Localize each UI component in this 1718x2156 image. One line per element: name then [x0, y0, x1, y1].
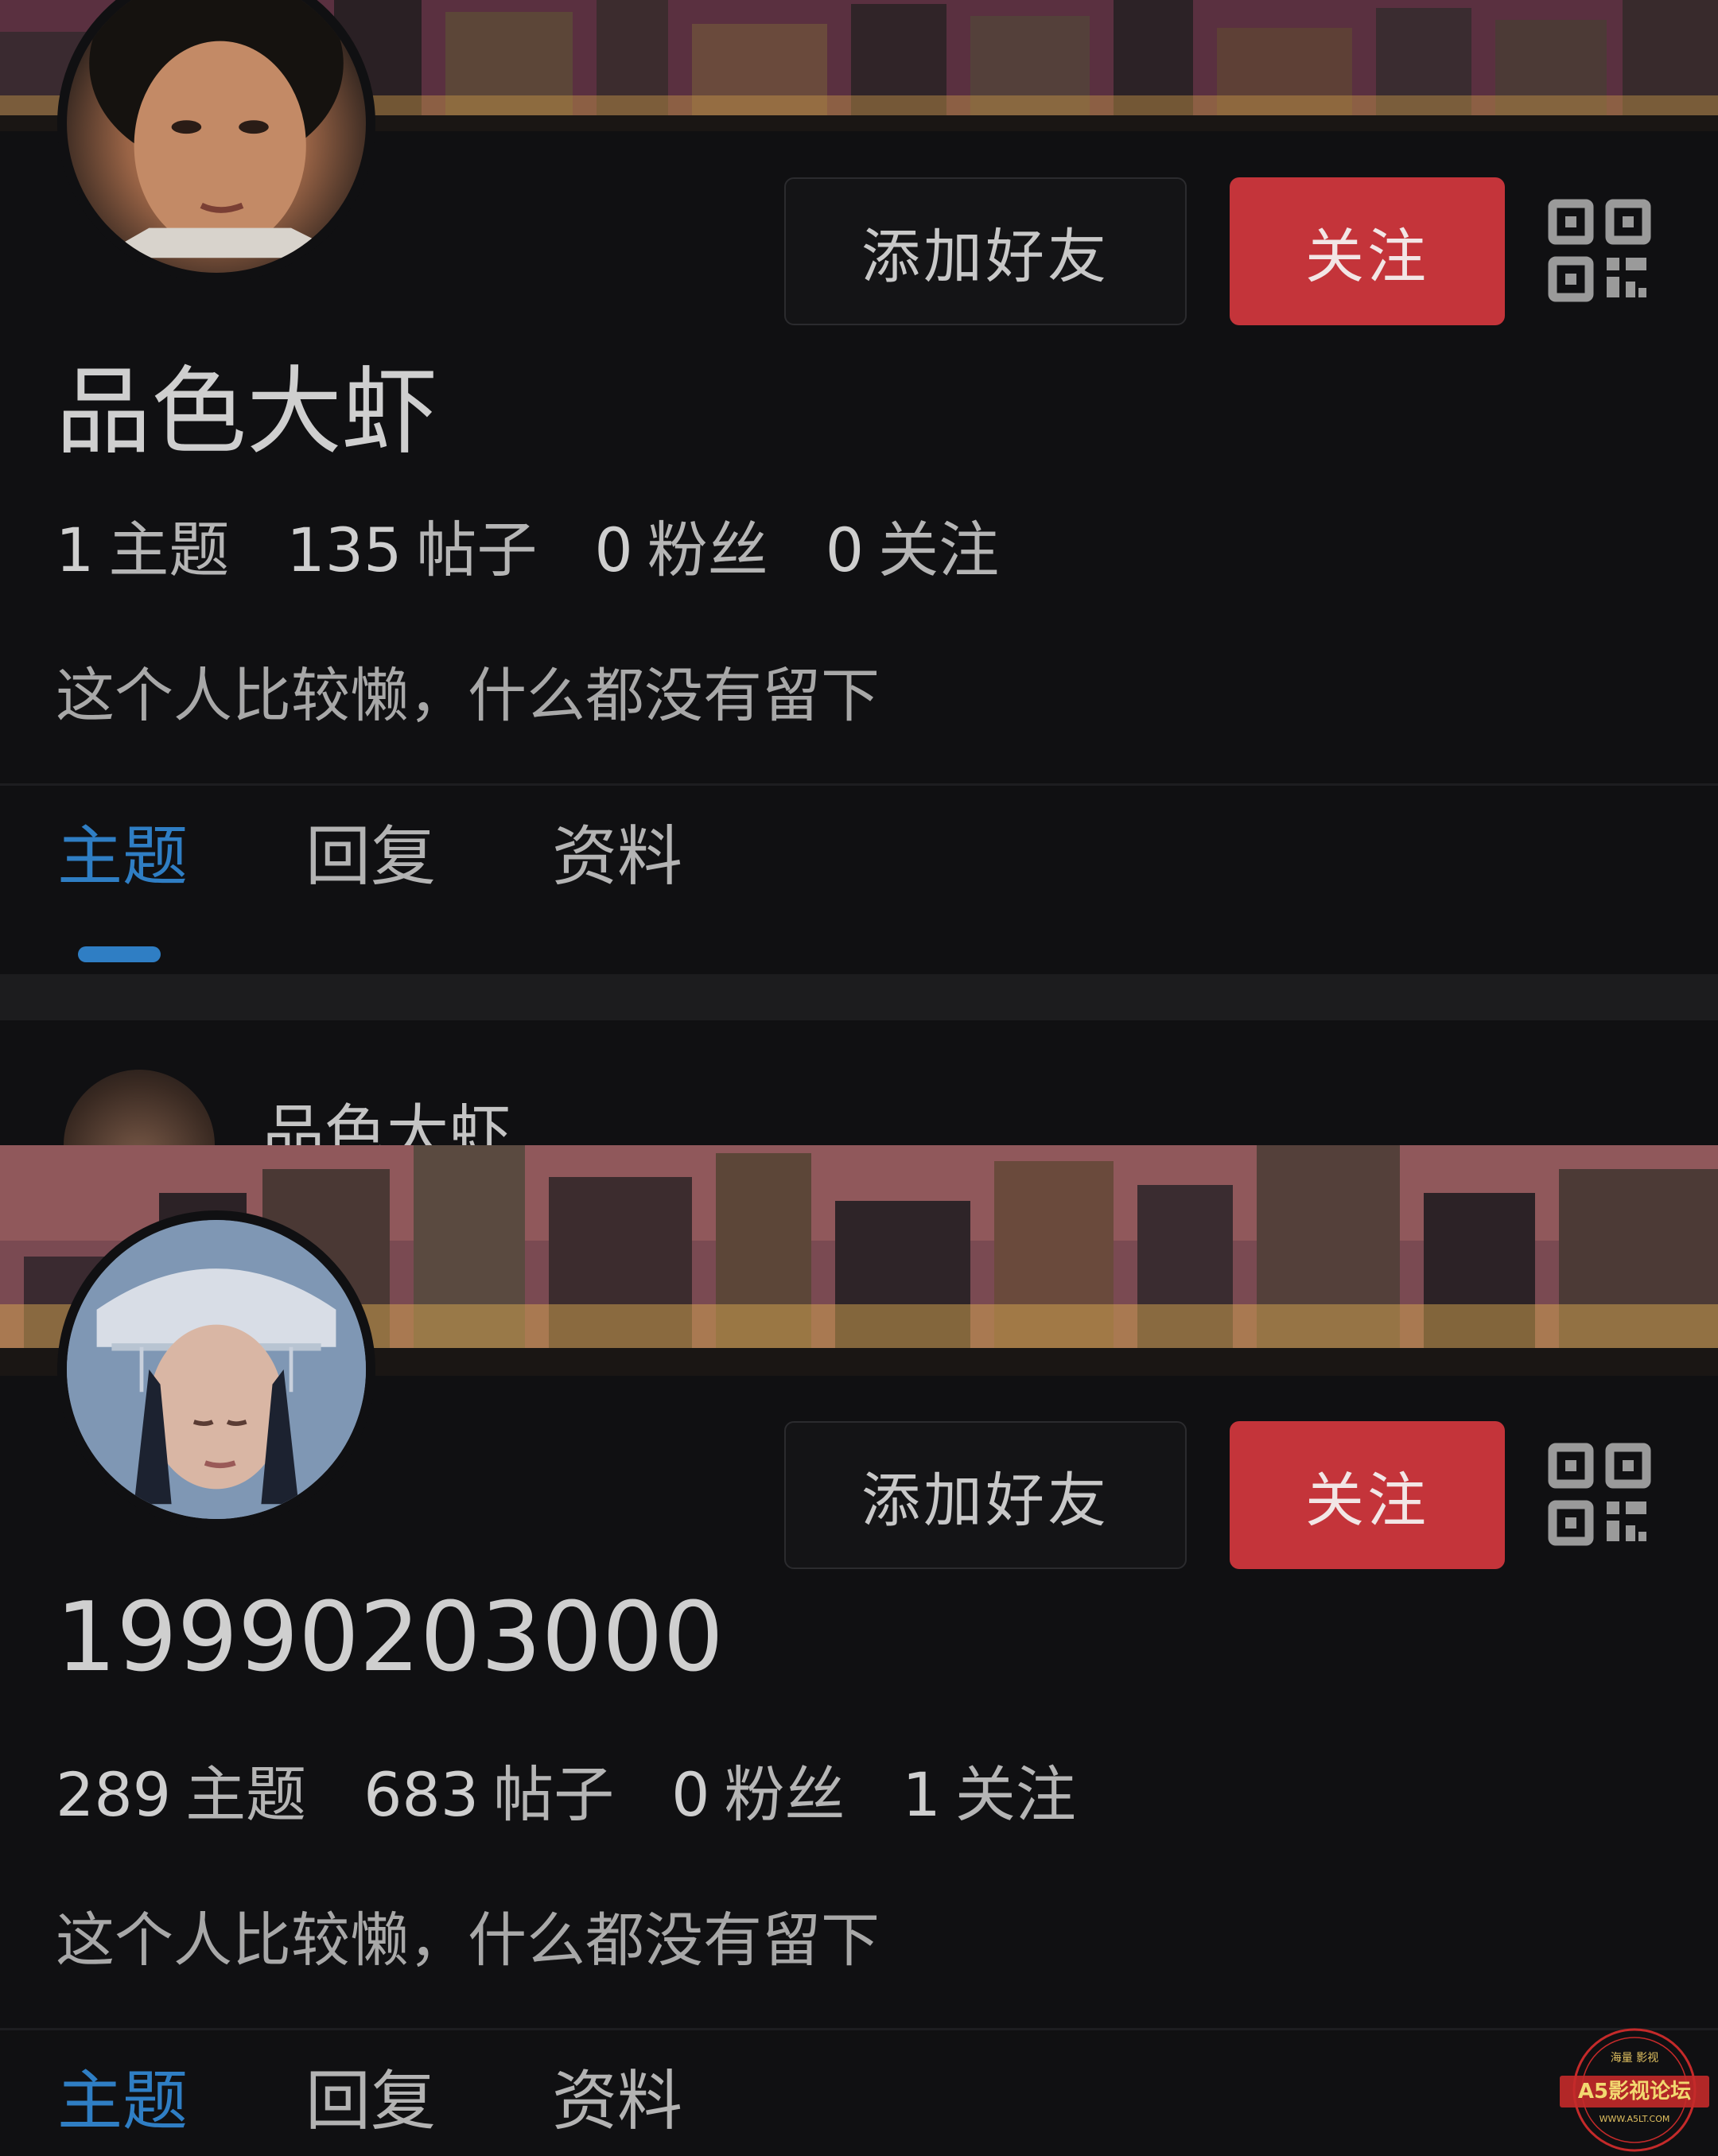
divider	[0, 2028, 1718, 2030]
profile-panel-2: 添加好友 关注 19990203000 289 主题 683 帖子 0 粉丝 1 关注 …	[0, 1145, 1718, 2156]
tab-profile-info[interactable]: 资料	[552, 2048, 682, 2142]
stat-label: 主题	[185, 1759, 307, 1830]
avatar-portrait-image	[89, 0, 352, 258]
profile-username: 19990203000	[56, 1583, 724, 1693]
stat-number: 683	[363, 1759, 480, 1830]
watermark-logo: 海量 影视 A5影视论坛 WWW.A5LT.COM	[1560, 2028, 1709, 2152]
follow-button[interactable]: 关注	[1230, 1421, 1505, 1569]
follow-button[interactable]: 关注	[1230, 177, 1505, 325]
profile-username: 品色大虾	[56, 357, 437, 468]
watermark-url-text: WWW.A5LT.COM	[1599, 2114, 1670, 2124]
tab-profile-info[interactable]: 资料	[552, 803, 682, 898]
profile-tabs: 主题 回复 资料	[0, 803, 1718, 970]
stat-label: 粉丝	[724, 1759, 845, 1830]
profile-bio: 这个人比较懒，什么都没有留下	[56, 662, 880, 730]
post-author-name[interactable]: 品色大虾	[262, 1084, 511, 1145]
profile-stats: 289 主题 683 帖子 0 粉丝 1 关注	[56, 1746, 1076, 1833]
stat-number: 0	[825, 515, 865, 585]
stat-posts[interactable]: 683 帖子	[363, 1746, 614, 1833]
stat-number: 0	[671, 1759, 710, 1830]
user-avatar[interactable]	[57, 1210, 375, 1529]
stat-label: 帖子	[493, 1759, 615, 1830]
stat-posts[interactable]: 135 帖子	[286, 501, 537, 589]
stat-topics[interactable]: 1 主题	[56, 501, 229, 589]
qr-code-icon[interactable]	[1548, 199, 1651, 302]
add-friend-button[interactable]: 添加好友	[784, 177, 1187, 325]
stat-label: 粉丝	[647, 515, 768, 585]
stat-following[interactable]: 1 关注	[902, 1746, 1075, 1833]
profile-bio: 这个人比较懒，什么都没有留下	[56, 1906, 880, 1975]
tab-topics[interactable]: 主题	[57, 2048, 188, 2142]
tab-replies[interactable]: 回复	[305, 2048, 436, 2142]
stat-number: 289	[56, 1759, 172, 1830]
stat-number: 1	[56, 515, 95, 585]
avatar-portrait-image	[67, 1220, 366, 1519]
stat-number: 0	[594, 515, 633, 585]
post-author-avatar[interactable]	[64, 1070, 215, 1145]
add-friend-button[interactable]: 添加好友	[784, 1421, 1187, 1569]
watermark-top-text: 海量 影视	[1611, 2052, 1658, 2065]
stat-label: 主题	[108, 515, 230, 585]
active-tab-indicator	[78, 946, 161, 962]
stat-fans[interactable]: 0 粉丝	[594, 501, 768, 589]
divider	[0, 783, 1718, 786]
section-separator	[0, 974, 1718, 1020]
stat-fans[interactable]: 0 粉丝	[671, 1746, 845, 1833]
profile-tabs: 主题 回复 资料	[0, 2048, 1718, 2156]
profile-stats: 1 主题 135 帖子 0 粉丝 0 关注	[56, 501, 999, 589]
stat-number: 135	[286, 515, 402, 585]
stat-number: 1	[902, 1759, 941, 1830]
watermark-main-text: A5影视论坛	[1578, 2080, 1691, 2104]
tab-topics[interactable]: 主题	[57, 803, 188, 898]
qr-code-icon[interactable]	[1548, 1443, 1651, 1546]
profile-panel-1: 添加好友 关注 品色大虾 1 主题 135 帖子 0 粉丝 0 关注 这个人比较懒，什么…	[0, 0, 1718, 1145]
stat-following[interactable]: 0 关注	[826, 501, 999, 589]
stat-label: 帖子	[416, 515, 538, 585]
stat-topics[interactable]: 289 主题	[56, 1746, 306, 1833]
stat-label: 关注	[954, 1759, 1076, 1830]
stat-label: 关注	[878, 515, 1000, 585]
post-list-item[interactable]: 品色大虾	[0, 1020, 1718, 1145]
user-avatar[interactable]	[57, 0, 375, 282]
tab-replies[interactable]: 回复	[305, 803, 436, 898]
